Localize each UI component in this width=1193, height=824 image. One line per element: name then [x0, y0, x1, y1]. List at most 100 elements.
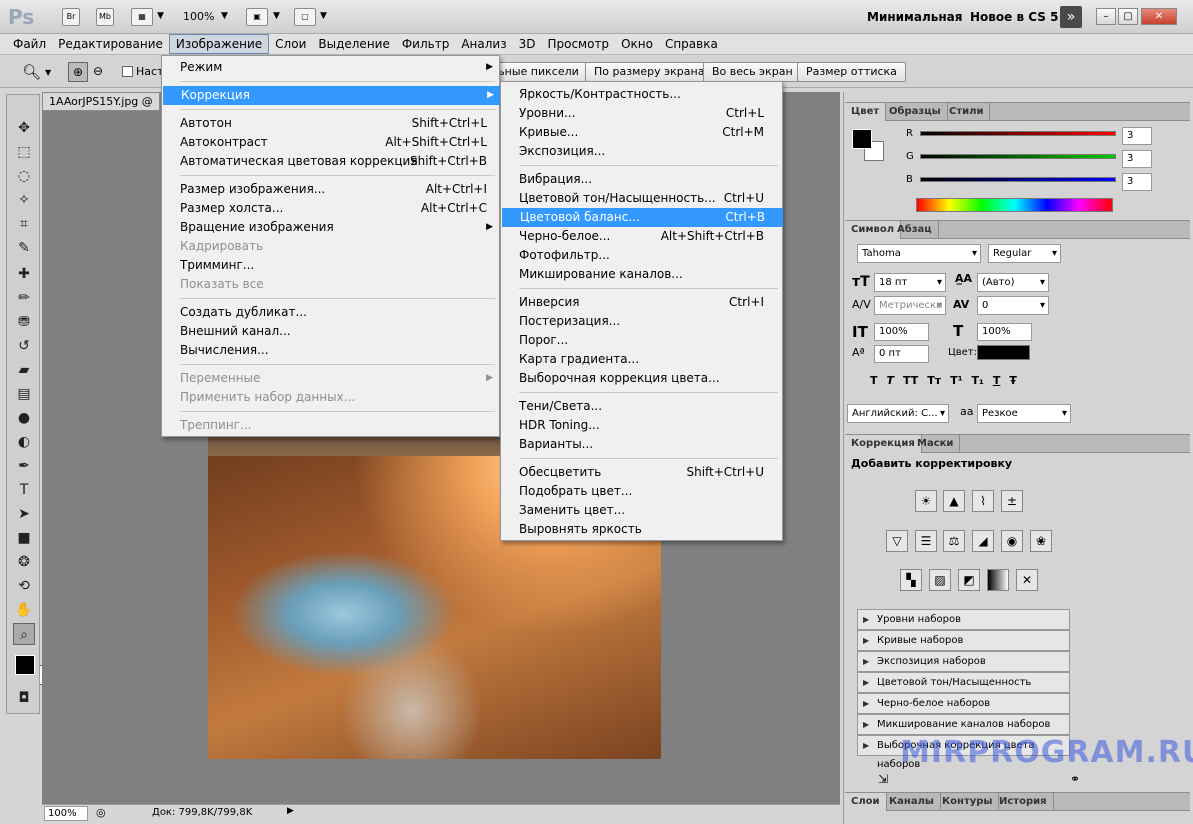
menu-analysis[interactable]: Анализ [455, 35, 512, 53]
all-caps-button[interactable]: TT [903, 374, 918, 387]
strikethrough-button[interactable]: Ŧ [1009, 374, 1017, 387]
menu-item-image-5[interactable]: Автоконтраст Alt+Shift+Ctrl+L [162, 133, 499, 152]
scroll-all-checkbox[interactable] [122, 66, 133, 77]
panel-foreground-swatch[interactable] [852, 129, 872, 149]
menu-item-adjust-19[interactable]: HDR Toning... [501, 416, 782, 435]
horizontal-scale-field[interactable]: 100% [977, 323, 1032, 341]
menu-select[interactable]: Выделение [312, 35, 395, 53]
menu-file[interactable]: Файл [7, 35, 52, 53]
workspace-minimal[interactable]: Минимальная [867, 10, 962, 24]
menu-view[interactable]: Просмотр [541, 35, 615, 53]
maximize-icon[interactable]: ▢ [1118, 8, 1138, 25]
tab-paths[interactable]: Контуры [936, 793, 1000, 811]
zoom-tool-icon[interactable]: ⌕ [13, 623, 35, 645]
menu-item-adjust-7[interactable]: Цветовой баланс... Ctrl+B [502, 208, 783, 227]
green-slider[interactable] [920, 154, 1116, 159]
zoom-in-icon[interactable]: ⊕ [68, 62, 88, 82]
menu-3d[interactable]: 3D [513, 35, 542, 53]
tab-paragraph[interactable]: Абзац [891, 221, 939, 239]
marquee-tool-icon[interactable]: ⬚ [13, 141, 35, 163]
baseline-shift-field[interactable]: 0 пт [874, 345, 929, 363]
more-workspaces-icon[interactable]: » [1060, 6, 1082, 28]
foreground-color-swatch[interactable] [15, 655, 35, 675]
blur-tool-icon[interactable]: ● [13, 407, 35, 429]
brightness-icon[interactable]: ☀ [915, 490, 937, 512]
clip-layer-icon[interactable]: ⚭ [1070, 772, 1080, 786]
red-slider[interactable] [920, 131, 1116, 136]
brush-tool-icon[interactable]: ✏ [13, 287, 35, 309]
path-selection-icon[interactable]: ➤ [13, 503, 35, 525]
fit-screen-button[interactable]: По размеру экрана [585, 62, 714, 82]
eraser-icon[interactable]: ▰ [13, 359, 35, 381]
3d-rotate-icon[interactable]: ❂ [13, 551, 35, 573]
menu-item-image-2[interactable]: Коррекция ▶ [163, 86, 500, 105]
healing-brush-icon[interactable]: ✚ [13, 263, 35, 285]
pen-tool-icon[interactable]: ✒ [13, 455, 35, 477]
tracking-select[interactable]: 0 [977, 296, 1049, 315]
menu-item-image-16[interactable]: Внешний канал... [162, 322, 499, 341]
mini-bridge-button[interactable]: Mb [96, 8, 114, 26]
menu-item-image-12[interactable]: Тримминг... [162, 256, 499, 275]
menu-item-adjust-20[interactable]: Варианты... [501, 435, 782, 454]
menu-item-adjust-24[interactable]: Заменить цвет... [501, 501, 782, 520]
status-info-icon[interactable]: ◎ [96, 806, 106, 819]
preset-bw[interactable]: Черно-белое наборов [857, 693, 1070, 714]
superscript-button[interactable]: T¹ [950, 374, 962, 387]
history-brush-icon[interactable]: ↺ [13, 335, 35, 357]
faux-italic-button[interactable]: T [887, 374, 895, 387]
chevron-down-icon[interactable]: ▼ [273, 11, 280, 21]
mixer-icon[interactable]: ❀ [1030, 530, 1052, 552]
tab-channels[interactable]: Каналы [883, 793, 941, 811]
chevron-down-icon[interactable]: ▼ [45, 68, 51, 77]
tab-history[interactable]: История [993, 793, 1054, 811]
dodge-tool-icon[interactable]: ◐ [13, 431, 35, 453]
hue-sat-icon[interactable]: ☰ [915, 530, 937, 552]
preset-curves[interactable]: Кривые наборов [857, 630, 1070, 651]
move-tool-icon[interactable]: ✥ [13, 117, 35, 139]
menu-item-adjust-23[interactable]: Подобрать цвет... [501, 482, 782, 501]
threshold-icon[interactable]: ◩ [958, 569, 980, 591]
font-family-select[interactable]: Tahoma [857, 244, 981, 263]
font-size-select[interactable]: 18 пт [874, 273, 946, 292]
menu-item-adjust-14[interactable]: Порог... [501, 331, 782, 350]
selective-color-icon[interactable]: ✕ [1016, 569, 1038, 591]
type-tool-icon[interactable]: T [13, 479, 35, 501]
chevron-down-icon[interactable]: ▼ [221, 11, 228, 21]
menu-item-image-15[interactable]: Создать дубликат... [162, 303, 499, 322]
close-icon[interactable]: ✕ [1141, 8, 1177, 25]
curves-icon[interactable]: ⌇ [972, 490, 994, 512]
adjustments-footer-icon[interactable]: ⇲ [878, 772, 888, 786]
menu-item-adjust-10[interactable]: Микширование каналов... [501, 265, 782, 284]
tab-color[interactable]: Цвет [845, 103, 887, 121]
menu-filter[interactable]: Фильтр [396, 35, 455, 53]
levels-icon[interactable]: ▲ [943, 490, 965, 512]
preset-exposure[interactable]: Экспозиция наборов [857, 651, 1070, 672]
chevron-down-icon[interactable]: ▼ [157, 11, 164, 21]
gradient-map-icon[interactable] [987, 569, 1009, 591]
menu-window[interactable]: Окно [615, 35, 659, 53]
menu-layer[interactable]: Слои [269, 35, 312, 53]
menu-item-adjust-9[interactable]: Фотофильтр... [501, 246, 782, 265]
preset-mixer[interactable]: Микширование каналов наборов [857, 714, 1070, 735]
tab-layers[interactable]: Слои [845, 793, 887, 811]
tab-styles[interactable]: Стили [943, 103, 991, 121]
underline-button[interactable]: T [993, 374, 1001, 387]
status-arrow-icon[interactable]: ▶ [287, 806, 294, 816]
menu-item-adjust-2[interactable]: Кривые... Ctrl+M [501, 123, 782, 142]
subscript-button[interactable]: T₁ [972, 374, 984, 387]
text-color-swatch[interactable] [977, 345, 1030, 360]
lasso-tool-icon[interactable]: ◌ [13, 165, 35, 187]
menu-help[interactable]: Справка [659, 35, 724, 53]
gradient-tool-icon[interactable]: ▤ [13, 383, 35, 405]
blue-value[interactable]: 3 [1122, 173, 1152, 191]
color-balance-icon[interactable]: ⚖ [943, 530, 965, 552]
status-zoom-field[interactable]: 100% [44, 806, 88, 821]
leading-select[interactable]: (Авто) [977, 273, 1049, 292]
font-style-select[interactable]: Regular [988, 244, 1061, 263]
3d-orbit-icon[interactable]: ⟲ [13, 575, 35, 597]
zoom-level-select[interactable]: 100% [183, 10, 214, 23]
menu-item-adjust-16[interactable]: Выборочная коррекция цвета... [501, 369, 782, 388]
menu-item-adjust-8[interactable]: Черно-белое... Alt+Shift+Ctrl+B [501, 227, 782, 246]
tab-masks[interactable]: Маски [911, 435, 961, 453]
green-value[interactable]: 3 [1122, 150, 1152, 168]
